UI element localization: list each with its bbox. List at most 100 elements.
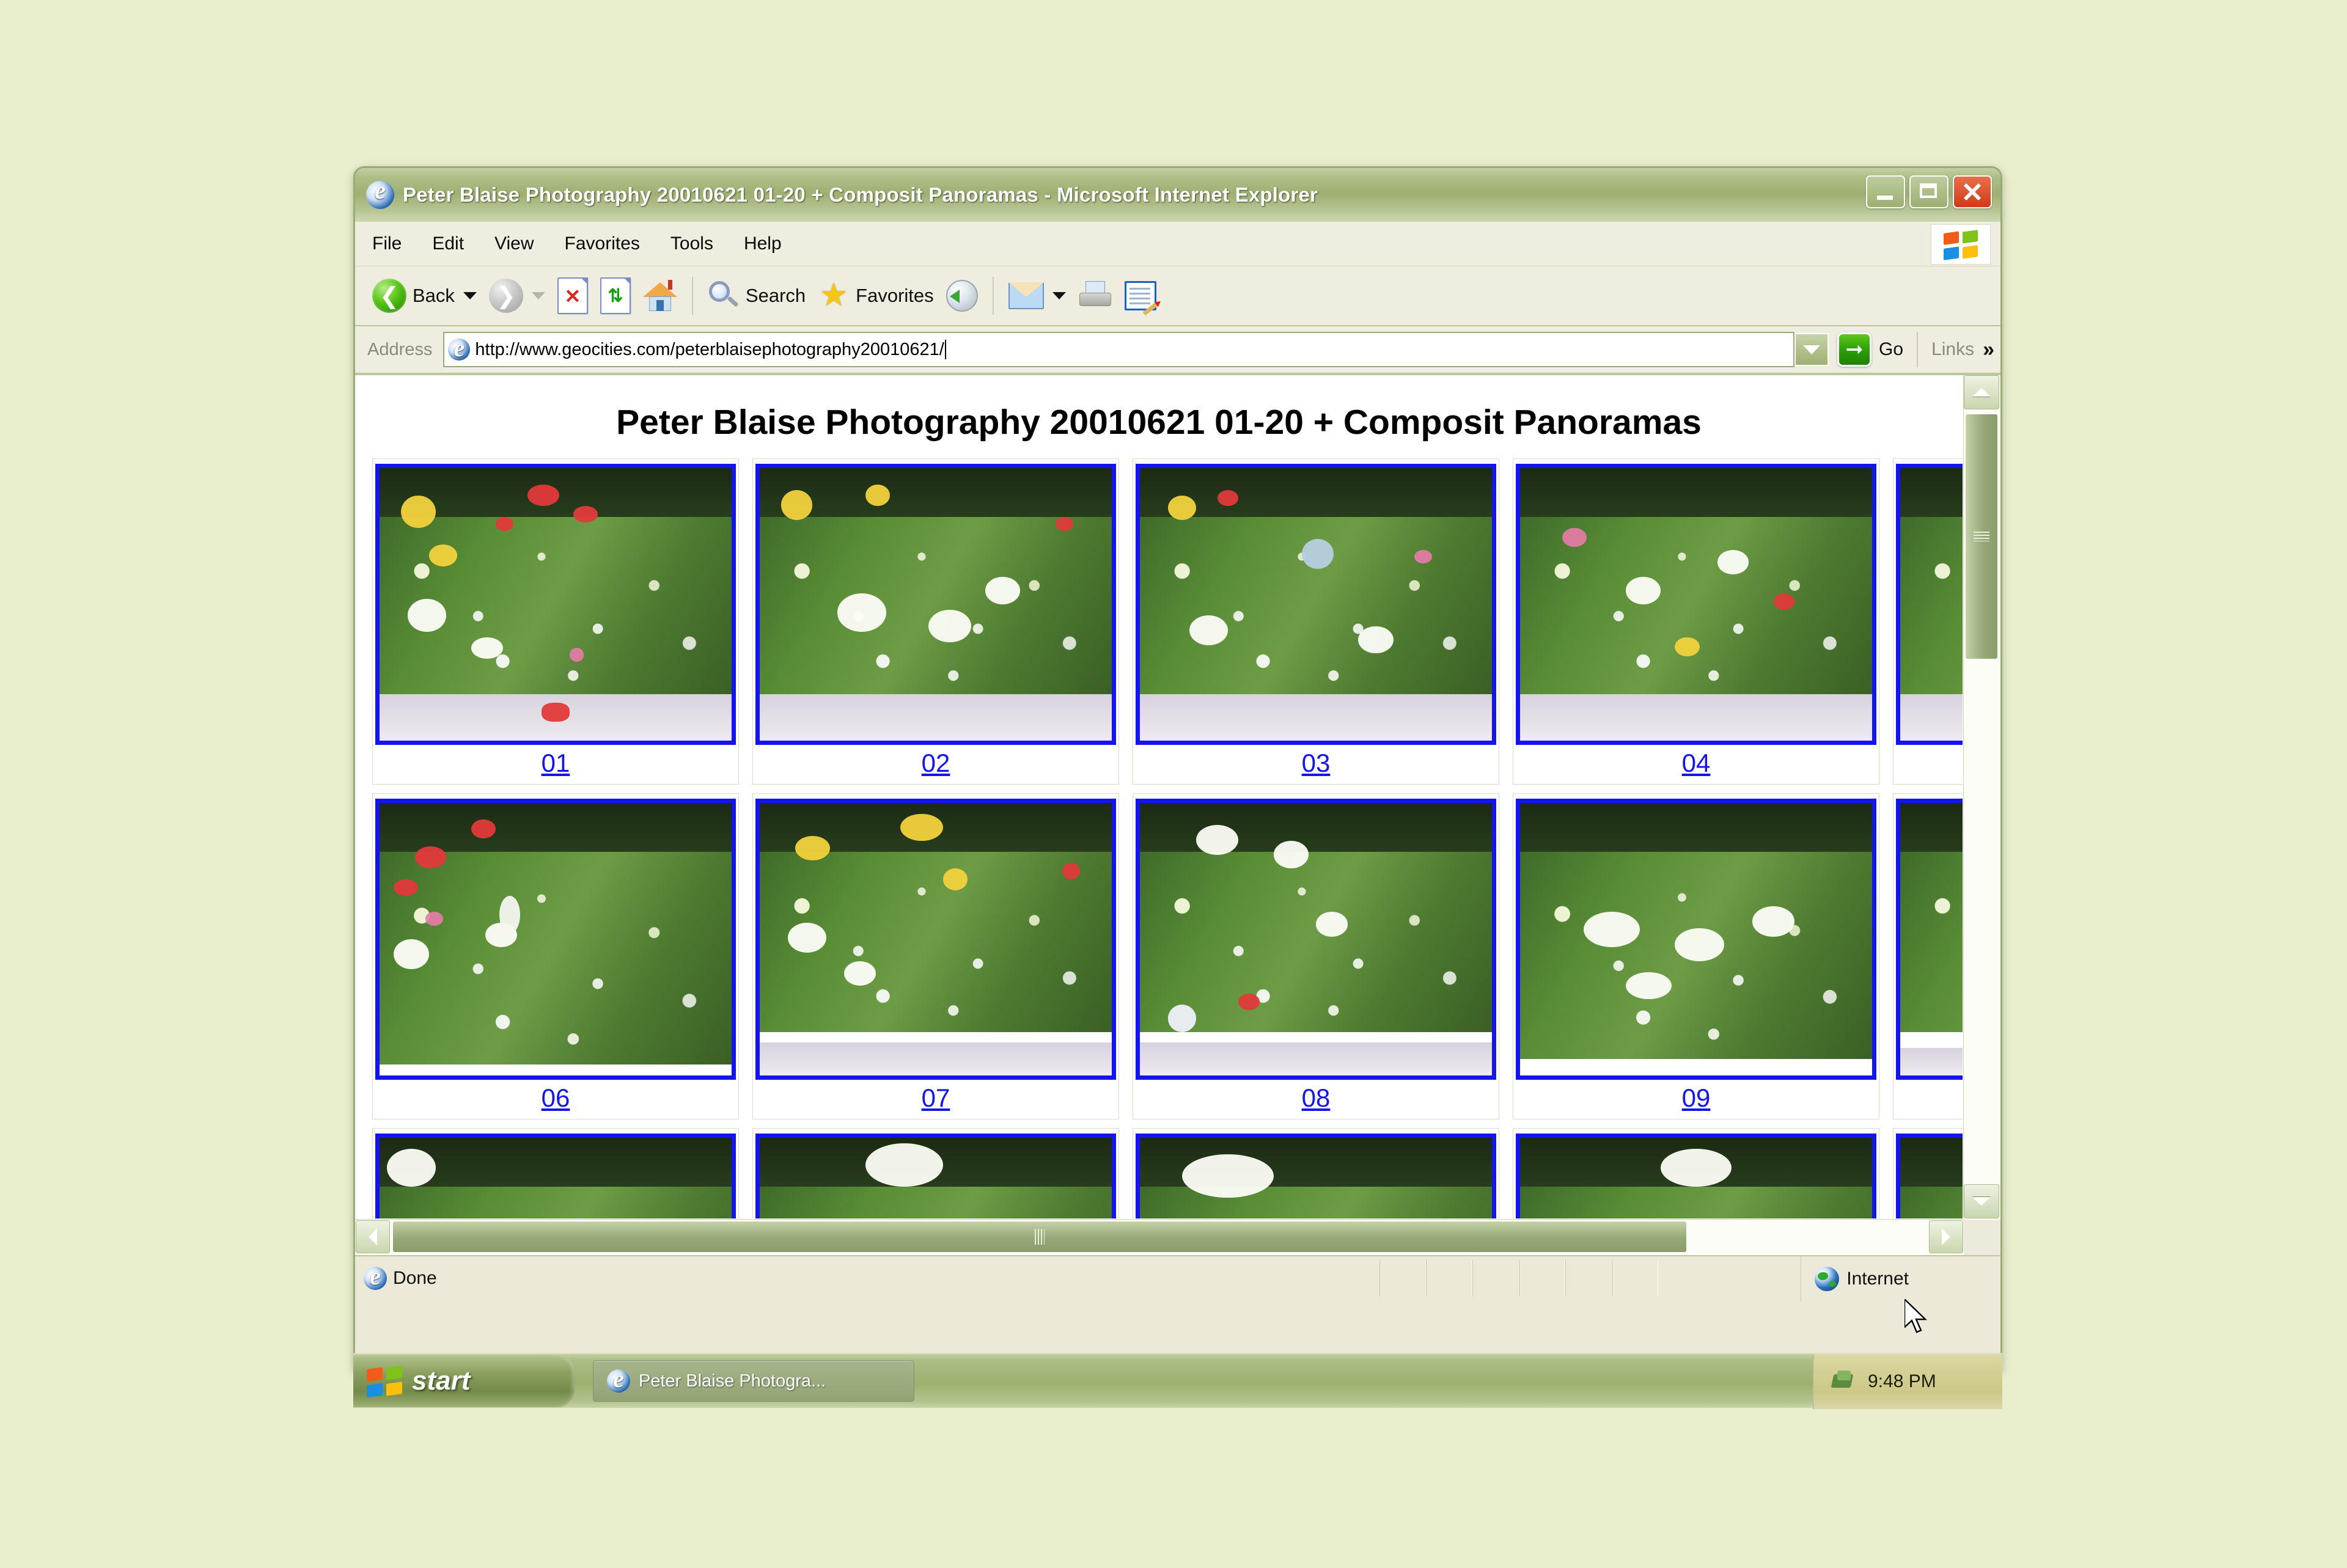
back-history-chevron-down-icon[interactable] xyxy=(463,292,477,299)
mail-button[interactable] xyxy=(1002,272,1072,320)
horizontal-scrollbar-thumb[interactable] xyxy=(392,1220,1688,1253)
vertical-scrollbar[interactable] xyxy=(1963,375,2000,1218)
thumbnail-image[interactable] xyxy=(1136,1134,1496,1218)
scroll-left-button[interactable] xyxy=(356,1220,390,1253)
close-button[interactable] xyxy=(1953,175,1992,208)
thumbnail-image[interactable] xyxy=(375,1134,736,1218)
page-content: Peter Blaise Photography 20010621 01-20 … xyxy=(355,375,1963,1218)
edit-button[interactable] xyxy=(1118,272,1162,320)
thumbnail-link[interactable]: 07 xyxy=(753,1080,1118,1119)
vertical-scrollbar-thumb[interactable] xyxy=(1964,413,1999,660)
thumbnail-image[interactable] xyxy=(1896,464,1963,745)
back-button[interactable]: ❮ Back xyxy=(366,272,483,320)
thumbnail-cell[interactable]: 13 xyxy=(1133,1128,1499,1218)
search-button[interactable]: Search xyxy=(702,272,812,320)
menu-item-view[interactable]: View xyxy=(481,230,547,258)
thumbnail-image[interactable] xyxy=(375,799,736,1080)
thumbnail-image[interactable] xyxy=(1516,464,1876,745)
scroll-up-button[interactable] xyxy=(1964,375,1999,409)
text-cursor xyxy=(944,340,946,359)
clock[interactable]: 9:48 PM xyxy=(1868,1371,1936,1392)
thumbnail-cell[interactable]: 12 xyxy=(752,1128,1119,1218)
thumbnail-image[interactable] xyxy=(755,799,1116,1080)
thumbnail-link[interactable]: 06 xyxy=(373,1080,738,1119)
windows-flag-icon xyxy=(367,1365,402,1398)
menu-item-help[interactable]: Help xyxy=(730,230,795,258)
windows-flag-icon xyxy=(1931,224,1991,265)
menu-item-favorites[interactable]: Favorites xyxy=(551,230,653,258)
menu-item-edit[interactable]: Edit xyxy=(419,230,477,258)
thumbnail-cell[interactable]: 02 xyxy=(752,458,1119,785)
thumbnail-cell[interactable]: 05 xyxy=(1893,458,1963,785)
stop-icon: ✕ xyxy=(557,277,588,314)
horizontal-scrollbar[interactable] xyxy=(355,1219,1964,1255)
thumbnail-image[interactable] xyxy=(1896,799,1963,1080)
thumbnail-image[interactable] xyxy=(375,464,736,745)
links-bar-label[interactable]: Links xyxy=(1923,339,1983,360)
thumbnail-cell[interactable]: 04 xyxy=(1513,458,1879,785)
menu-item-file[interactable]: File xyxy=(359,230,415,258)
thumbnail-row: 11 12 13 xyxy=(355,1128,1963,1218)
browser-window: Peter Blaise Photography 20010621 01-20 … xyxy=(353,166,2002,1370)
thumbnail-cell[interactable]: 07 xyxy=(752,793,1119,1119)
back-arrow-icon: ❮ xyxy=(372,279,406,313)
home-icon xyxy=(642,280,677,312)
home-button[interactable] xyxy=(637,272,683,320)
page-viewport: Peter Blaise Photography 20010621 01-20 … xyxy=(355,374,2000,1255)
thumbnail-link[interactable]: 05 xyxy=(1893,745,1963,784)
thumbnail-link[interactable]: 02 xyxy=(753,745,1118,784)
thumbnail-link[interactable]: 10 xyxy=(1893,1080,1963,1119)
taskbar-item-browser[interactable]: Peter Blaise Photogra... xyxy=(593,1360,914,1402)
thumbnail-link[interactable]: 08 xyxy=(1133,1080,1499,1119)
thumbnail-link[interactable]: 01 xyxy=(373,745,738,784)
thumbnail-link[interactable]: 09 xyxy=(1513,1080,1879,1119)
restore-button[interactable] xyxy=(1909,175,1948,208)
refresh-button[interactable]: ⇅ xyxy=(594,272,637,320)
print-button[interactable] xyxy=(1072,272,1118,320)
thumbnail-cell[interactable]: 01 xyxy=(372,458,739,785)
thumbnail-image[interactable] xyxy=(1516,1134,1876,1218)
window-title: Peter Blaise Photography 20010621 01-20 … xyxy=(403,183,1318,206)
forward-button[interactable]: ❯ xyxy=(483,272,551,320)
thumbnail-cell[interactable]: 08 xyxy=(1133,793,1499,1119)
start-button[interactable]: start xyxy=(353,1355,575,1407)
title-bar[interactable]: Peter Blaise Photography 20010621 01-20 … xyxy=(355,168,2000,222)
thumbnail-cell[interactable]: 10 xyxy=(1893,793,1963,1119)
favorites-button[interactable]: ★ Favorites xyxy=(812,272,939,320)
security-zone[interactable]: Internet xyxy=(1801,1256,1909,1302)
thumbnail-cell[interactable]: 03 xyxy=(1133,458,1499,785)
menu-item-tools[interactable]: Tools xyxy=(657,230,727,258)
thumbnail-cell[interactable]: 06 xyxy=(372,793,739,1119)
thumbnail-cell[interactable]: 15 xyxy=(1893,1128,1963,1218)
thumbnail-cell[interactable]: 09 xyxy=(1513,793,1879,1119)
scroll-down-button[interactable] xyxy=(1964,1184,1999,1218)
thumbnail-image[interactable] xyxy=(1136,464,1496,745)
address-label: Address xyxy=(367,339,433,359)
thumbnail-cell[interactable]: 11 xyxy=(372,1128,739,1218)
mail-chevron-down-icon[interactable] xyxy=(1052,292,1066,299)
thumbnail-link[interactable]: 04 xyxy=(1513,745,1879,784)
thumbnail-link[interactable]: 03 xyxy=(1133,745,1499,784)
start-button-label: start xyxy=(412,1366,471,1396)
toolbar-overflow-chevron-icon[interactable]: » xyxy=(1983,338,2000,362)
address-dropdown-chevron-down-icon[interactable] xyxy=(1794,333,1829,366)
address-input[interactable]: http://www.geocities.com/peterblaisephot… xyxy=(443,332,1794,367)
stop-button[interactable]: ✕ xyxy=(551,272,594,320)
thumbnail-row: 06 07 08 09 xyxy=(355,793,1963,1119)
thumbnail-image[interactable] xyxy=(1136,799,1496,1080)
thumbnail-image[interactable] xyxy=(755,464,1116,745)
globe-icon xyxy=(1815,1267,1840,1291)
thumbnail-image[interactable] xyxy=(755,1134,1116,1218)
thumbnail-image[interactable] xyxy=(1896,1134,1963,1218)
toolbar-divider xyxy=(691,277,693,315)
scroll-right-button[interactable] xyxy=(1929,1220,1963,1253)
taskbar: start Peter Blaise Photogra... 9:48 PM xyxy=(353,1353,2002,1409)
thumbnail-cell[interactable]: 14 xyxy=(1513,1128,1879,1218)
go-arrow-icon: ➞ xyxy=(1837,332,1871,367)
media-button[interactable] xyxy=(940,272,984,320)
thumbnail-image[interactable] xyxy=(1516,799,1876,1080)
minimize-button[interactable] xyxy=(1866,175,1905,208)
network-icon[interactable] xyxy=(1830,1369,1857,1394)
go-button[interactable]: ➞ Go xyxy=(1830,332,1912,367)
forward-history-chevron-down-icon[interactable] xyxy=(531,292,545,299)
